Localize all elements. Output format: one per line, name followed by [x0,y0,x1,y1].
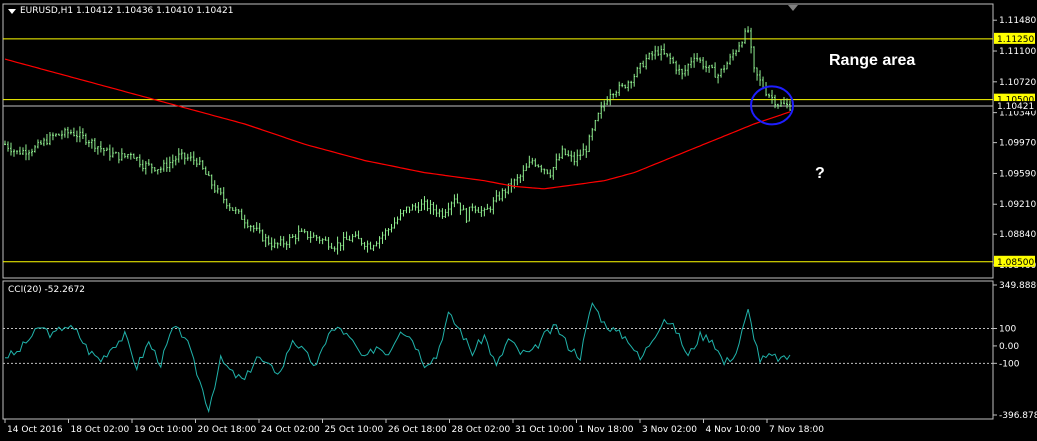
cci-y-tick-label: 0.00 [999,342,1019,352]
price-y-tick-label: 1.09970 [999,139,1036,149]
question-mark-label: ? [815,165,825,182]
cci-y-tick-label: 100 [999,325,1016,335]
main-chart-frame [2,3,994,279]
price-y-tick-label: 1.09590 [999,169,1036,179]
x-tick-label: 26 Oct 18:00 [388,425,447,435]
level-label: 1.08500 [997,258,1034,268]
x-tick-label: 7 Nov 18:00 [769,425,824,435]
x-tick-label: 19 Oct 10:00 [134,425,193,435]
indicator-title: CCI(20) -52.2672 [8,285,86,295]
x-tick-label: 25 Oct 10:00 [325,425,384,435]
cci-y-tick-label: 349.8886 [999,281,1037,291]
x-tick-label: 28 Oct 02:00 [452,425,511,435]
chart-menu-icon[interactable] [8,9,16,14]
x-tick-label: 18 Oct 02:00 [71,425,130,435]
x-tick-label: 31 Oct 10:00 [515,425,574,435]
price-y-tick-label: 1.09210 [999,200,1036,210]
range-area-label: Range area [829,52,916,69]
x-tick-label: 3 Nov 02:00 [642,425,697,435]
x-tick-label: 24 Oct 02:00 [261,425,320,435]
main-chart-title: EURUSD,H1 1.10412 1.10436 1.10410 1.1042… [20,6,234,16]
level-label: 1.11250 [997,35,1034,45]
cci-y-tick-label: -396.8782 [999,411,1037,421]
price-y-tick-label: 1.10720 [999,78,1036,88]
moving-average-line [4,58,791,190]
x-tick-label: 14 Oct 2016 [7,425,63,435]
cci-line [4,301,791,414]
price-y-tick-label: 1.11100 [999,47,1036,57]
price-y-tick-label: 1.08840 [999,230,1036,240]
cci-y-tick-label: -100 [999,359,1020,369]
current-price-label: 1.10421 [997,102,1034,112]
x-tick-label: 4 Nov 10:00 [706,425,761,435]
x-tick-label: 1 Nov 18:00 [579,425,634,435]
chart-shift-marker [788,5,798,11]
price-y-tick-label: 1.11480 [999,16,1036,26]
cci-chart-frame [2,280,994,420]
x-tick-label: 20 Oct 18:00 [198,425,257,435]
